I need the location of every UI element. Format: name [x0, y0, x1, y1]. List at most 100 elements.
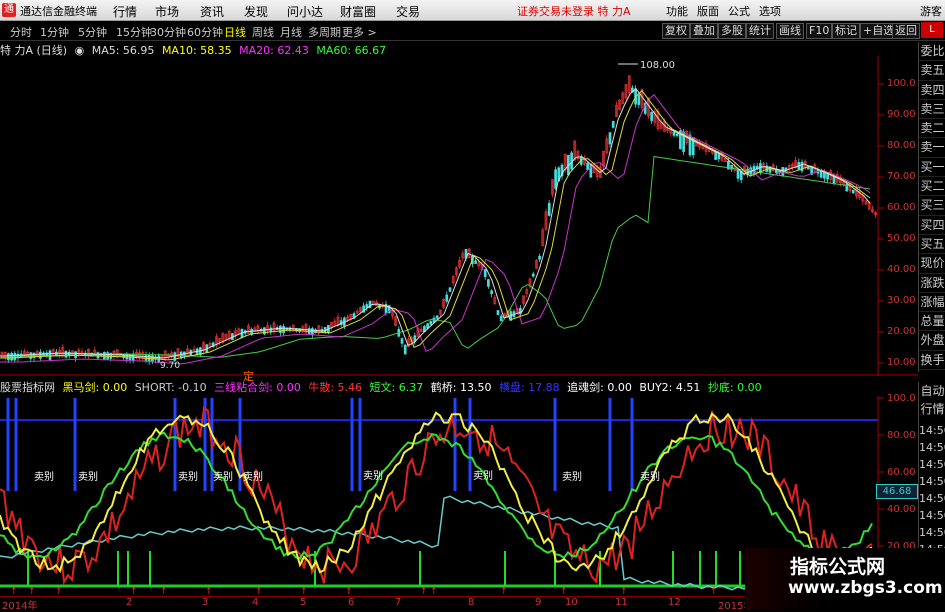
- menu-layout[interactable]: 版面: [697, 3, 719, 19]
- low-annotation: 9.70: [160, 361, 180, 371]
- time-label: 14:50: [919, 475, 945, 488]
- order-book-panel: 委比卖五卖四卖三卖二卖一买一买二买三买四买五现价涨跌涨幅总量外盘换手净资收益: [918, 42, 945, 372]
- ma60-line: [0, 156, 871, 358]
- candle: [64, 351, 68, 358]
- period-5min[interactable]: 5分钟: [78, 24, 107, 40]
- menu-wenxiaoda[interactable]: 问小达: [287, 3, 323, 20]
- mark-button[interactable]: 标记: [832, 23, 860, 39]
- menu-bar: 通 通达信金融终端 行情 市场 资讯 发现 问小达 财富圈 交易 证券交易未登录…: [0, 0, 945, 21]
- menu-discover[interactable]: 发现: [244, 3, 268, 20]
- tab-quotes[interactable]: 行情: [919, 400, 945, 418]
- indicator-name: 股票指标网: [0, 381, 55, 394]
- order-book-row[interactable]: 卖四: [919, 81, 945, 100]
- menu-news[interactable]: 资讯: [200, 3, 224, 20]
- menu-quotes[interactable]: 行情: [113, 3, 137, 20]
- statistics-button[interactable]: 统计: [746, 23, 774, 39]
- candle: [531, 273, 535, 277]
- up-arrow-icon: ↑: [255, 587, 263, 596]
- order-book-row[interactable]: 买三: [919, 196, 945, 216]
- order-book-row[interactable]: 买五: [919, 235, 945, 255]
- date-tick-label: 5: [300, 597, 307, 608]
- period-60min[interactable]: 60分钟: [187, 24, 223, 40]
- order-book-row[interactable]: 买四: [919, 216, 945, 235]
- order-book-row[interactable]: 买二: [919, 177, 945, 197]
- draw-line-button[interactable]: 画线: [776, 23, 804, 39]
- menu-formula[interactable]: 公式: [728, 3, 750, 19]
- menu-function[interactable]: 功能: [666, 3, 688, 19]
- period-30min[interactable]: 30分钟: [150, 24, 186, 40]
- order-book-row[interactable]: 卖一: [919, 138, 945, 158]
- period-intraday[interactable]: 分时: [10, 24, 32, 40]
- app-logo-icon: 通: [2, 3, 16, 17]
- indicator-tick-label: 40.00: [887, 504, 916, 515]
- order-book-row[interactable]: 现价: [919, 254, 945, 274]
- menu-guest[interactable]: 游客: [920, 3, 942, 19]
- candle: [611, 121, 615, 128]
- period-1min[interactable]: 1分钟: [40, 24, 69, 40]
- candle: [400, 338, 404, 344]
- indicator-tick-label: 60.00: [887, 467, 916, 478]
- up-arrow-icon: ↑: [420, 587, 428, 596]
- order-book-row[interactable]: 卖三: [919, 100, 945, 120]
- candle: [826, 173, 829, 180]
- candle: [435, 315, 439, 319]
- order-book-row[interactable]: 换手: [919, 351, 945, 371]
- multi-stock-button[interactable]: 多股: [718, 23, 746, 39]
- sell-signal-label: 卖别: [243, 472, 263, 483]
- up-arrow-icon: ↑: [500, 587, 508, 596]
- price-tick-label: 100.0: [887, 78, 916, 89]
- indicator-item: 抄底: 0.00: [707, 381, 762, 394]
- candle: [365, 304, 369, 308]
- menu-trade[interactable]: 交易: [396, 3, 420, 20]
- up-arrow-icon: ↑: [10, 587, 18, 596]
- date-tick-label: 10: [565, 597, 578, 608]
- candle: [487, 279, 490, 287]
- up-arrow-icon: ↑: [205, 587, 213, 596]
- level-badge[interactable]: L: [921, 22, 943, 38]
- overlay-button[interactable]: 叠加: [690, 23, 718, 39]
- price-tick-label: 50.00: [887, 233, 916, 244]
- order-book-row[interactable]: 涨幅: [919, 293, 945, 313]
- menu-market[interactable]: 市场: [155, 3, 179, 20]
- price-tick-label: 70.00: [887, 171, 916, 182]
- candle: [672, 131, 676, 136]
- period-15min[interactable]: 15分钟: [116, 24, 152, 40]
- indicator-item: 横盘: 17.88: [498, 381, 560, 394]
- up-arrow-icon: ↑: [620, 587, 628, 596]
- date-tick-label: 4: [252, 597, 259, 608]
- candle: [496, 310, 500, 315]
- login-status[interactable]: 证券交易未登录 特 力A: [517, 3, 631, 19]
- candle: [717, 153, 721, 160]
- back-button[interactable]: 返回: [892, 23, 920, 39]
- period-more[interactable]: 更多 >: [342, 24, 377, 40]
- price-chart[interactable]: 108.00 9.70: [0, 56, 918, 376]
- candle: [429, 321, 433, 325]
- date-tick-label: 12: [668, 597, 681, 608]
- restore-rights-button[interactable]: 复权: [662, 23, 690, 39]
- order-book-row[interactable]: 外盘: [919, 331, 945, 351]
- price-tick-label: 30.00: [887, 295, 916, 306]
- candle: [675, 133, 679, 137]
- candle: [547, 202, 551, 216]
- menu-options[interactable]: 选项: [759, 3, 781, 19]
- up-arrow-icon: ↑: [300, 587, 308, 596]
- order-book-row[interactable]: 总量: [919, 312, 945, 332]
- date-tick-label: 2: [126, 597, 133, 608]
- price-tick-label: 10.00: [887, 357, 916, 368]
- order-book-row[interactable]: 委比: [919, 42, 945, 62]
- menu-wealth-circle[interactable]: 财富圈: [340, 3, 376, 20]
- order-book-row[interactable]: 涨跌: [919, 274, 945, 293]
- order-book-row[interactable]: 买一: [919, 158, 945, 178]
- period-monthly[interactable]: 月线: [280, 24, 302, 40]
- order-book-row[interactable]: 净资: [919, 370, 945, 372]
- order-book-row[interactable]: 卖二: [919, 119, 945, 139]
- period-weekly[interactable]: 周线: [252, 24, 274, 40]
- indicator-item: 三线粘合剑: 0.00: [214, 381, 301, 394]
- f10-button[interactable]: F10: [806, 23, 833, 39]
- candle: [483, 269, 487, 277]
- period-multi[interactable]: 多周期: [308, 24, 341, 40]
- candle: [586, 162, 589, 170]
- tab-auto[interactable]: 自动: [919, 382, 945, 400]
- period-daily[interactable]: 日线: [224, 24, 246, 40]
- order-book-row[interactable]: 卖五: [919, 61, 945, 81]
